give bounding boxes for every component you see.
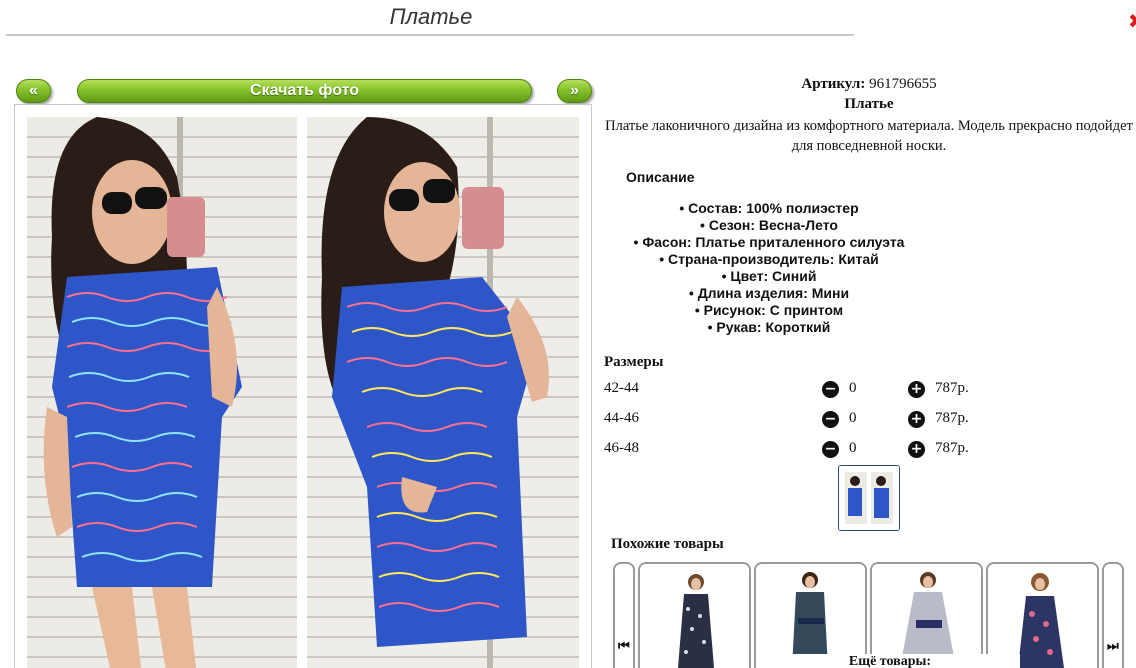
spec-item: Длина изделия: Мини bbox=[604, 285, 934, 302]
quantity-value: 0 bbox=[849, 410, 857, 426]
plus-icon[interactable]: + bbox=[908, 411, 925, 428]
similar-product-card[interactable] bbox=[638, 562, 751, 668]
size-label: 42-44 bbox=[604, 380, 639, 396]
sku-value: 961796655 bbox=[869, 76, 937, 92]
page-title: Платье bbox=[389, 4, 473, 29]
more-goods-label: Ещё товары: bbox=[760, 654, 1020, 668]
size-row: 46-48 − 0 + 787р. bbox=[604, 440, 1044, 460]
price-value: 787р. bbox=[935, 380, 969, 396]
product-photo-front[interactable] bbox=[27, 117, 297, 668]
minus-icon[interactable]: − bbox=[822, 411, 839, 428]
prev-photo-button[interactable]: « bbox=[16, 79, 51, 103]
product-photo-side[interactable] bbox=[307, 117, 579, 668]
quantity-value: 0 bbox=[849, 440, 857, 456]
similar-product-card[interactable] bbox=[986, 562, 1099, 668]
carousel-next-button[interactable]: ⏭ bbox=[1102, 562, 1124, 668]
skip-forward-icon: ⏭ bbox=[1107, 639, 1119, 654]
minus-icon[interactable]: − bbox=[822, 381, 839, 398]
plus-icon[interactable]: + bbox=[908, 441, 925, 458]
spec-list: Состав: 100% полиэстер Сезон: Весна-Лето… bbox=[604, 200, 934, 336]
description-heading: Описание bbox=[626, 169, 695, 185]
size-row: 42-44 − 0 + 787р. bbox=[604, 380, 1044, 400]
next-photo-button[interactable]: » bbox=[557, 79, 592, 103]
product-name: Платье bbox=[844, 96, 894, 112]
similar-product-card[interactable] bbox=[754, 562, 867, 668]
size-label: 44-46 bbox=[604, 410, 639, 426]
minus-icon[interactable]: − bbox=[822, 441, 839, 458]
close-icon[interactable]: ✖ bbox=[1128, 10, 1136, 32]
similar-heading: Похожие товары bbox=[611, 536, 724, 552]
price-value: 787р. bbox=[935, 440, 969, 456]
carousel-prev-button[interactable]: ⏮ bbox=[613, 562, 635, 668]
download-photo-button[interactable]: Скачать фото bbox=[77, 79, 532, 103]
spec-item: Фасон: Платье приталенного силуэта bbox=[604, 234, 934, 251]
spec-item: Состав: 100% полиэстер bbox=[604, 200, 934, 217]
spec-item: Рисунок: С принтом bbox=[604, 302, 934, 319]
skip-back-icon: ⏮ bbox=[618, 639, 630, 654]
title-divider bbox=[6, 34, 854, 36]
spec-item: Цвет: Синий bbox=[604, 268, 934, 285]
sku-line: Артикул: 961796655 bbox=[604, 76, 1134, 93]
similar-product-card[interactable] bbox=[870, 562, 983, 668]
size-row: 44-46 − 0 + 787р. bbox=[604, 410, 1044, 430]
plus-icon[interactable]: + bbox=[908, 381, 925, 398]
sizes-heading: Размеры bbox=[604, 354, 664, 370]
spec-item: Сезон: Весна-Лето bbox=[604, 217, 934, 234]
product-description: Платье лаконичного дизайна из комфортног… bbox=[605, 118, 1133, 154]
price-value: 787р. bbox=[935, 410, 969, 426]
quantity-value: 0 bbox=[849, 380, 857, 396]
size-label: 46-48 bbox=[604, 440, 639, 456]
spec-item: Страна-производитель: Китай bbox=[604, 251, 934, 268]
spec-item: Рукав: Короткий bbox=[604, 319, 934, 336]
photo-viewer bbox=[14, 104, 592, 668]
sku-label: Артикул: bbox=[801, 76, 866, 92]
photo-thumbnail[interactable] bbox=[838, 465, 900, 531]
